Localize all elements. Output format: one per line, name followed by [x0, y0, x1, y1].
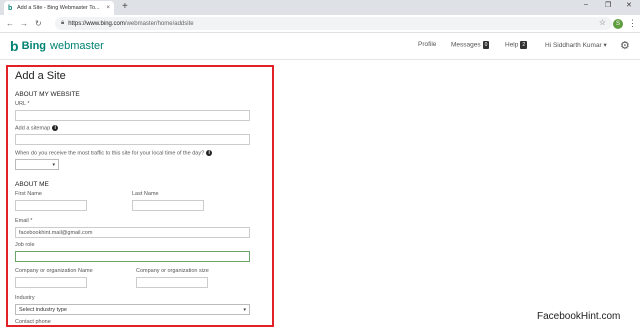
reload-icon[interactable]: ↻	[35, 18, 42, 29]
browser-toolbar: ← → ↻ 🔒︎ https://www.bing.com/webmaster/…	[0, 15, 640, 33]
company-name-input[interactable]	[15, 277, 87, 288]
company-name-label: Company or organization Name	[15, 268, 93, 274]
app-header: b Bing webmaster Profile Messages 0 Help 2…	[0, 33, 640, 60]
sitemap-input[interactable]	[15, 134, 250, 145]
watermark-text: FacebookHint.com	[537, 311, 621, 322]
help-link[interactable]: Help 2	[505, 41, 528, 49]
profile-link[interactable]: Profile	[418, 41, 436, 48]
address-bar[interactable]: 🔒︎ https://www.bing.com/webmaster/home/a…	[55, 17, 612, 30]
help-count-badge: 2	[520, 41, 528, 49]
contact-phone-label: Contact phone	[15, 319, 51, 325]
profile-avatar[interactable]: S	[613, 19, 623, 29]
bing-webmaster-logo[interactable]: b Bing webmaster	[10, 39, 104, 53]
back-icon[interactable]: ←	[6, 18, 14, 29]
user-menu[interactable]: Hi Siddharth Kumar ▾	[545, 41, 607, 49]
job-role-input[interactable]	[15, 251, 250, 262]
add-site-form-panel: Add a Site ABOUT MY WEBSITE URL * Add a …	[6, 65, 274, 327]
minimize-button[interactable]: –	[584, 1, 588, 8]
url-input[interactable]	[15, 110, 250, 121]
company-size-label: Company or organization size	[136, 268, 209, 274]
star-icon[interactable]: ☆	[599, 18, 606, 27]
company-size-input[interactable]	[136, 277, 208, 288]
first-name-label: First Name	[15, 191, 42, 197]
messages-link[interactable]: Messages 0	[451, 41, 490, 49]
tab-close-icon[interactable]: ×	[106, 5, 110, 11]
menu-icon[interactable]: ⋮	[628, 18, 637, 28]
chevron-down-icon: ▾	[243, 307, 246, 313]
browser-tab[interactable]: b Add a Site - Bing Webmaster To... ×	[4, 1, 114, 15]
traffic-label: When do you receive the most traffic to …	[15, 150, 213, 156]
sitemap-label: Add a sitemap i	[15, 125, 59, 131]
logo-bing-text: Bing	[21, 40, 47, 52]
gear-icon[interactable]: ⚙	[620, 39, 630, 52]
email-input[interactable]: facebookhint.mail@gmail.com	[15, 227, 250, 238]
browser-tab-bar: b Add a Site - Bing Webmaster To... × + …	[0, 0, 640, 15]
last-name-label: Last Name	[132, 191, 159, 197]
forward-icon[interactable]: →	[20, 18, 28, 29]
address-url: https://www.bing.com/webmaster/home/adds…	[68, 20, 194, 27]
url-label: URL *	[15, 101, 30, 107]
traffic-time-select[interactable]: ▾	[15, 159, 59, 170]
tab-title: Add a Site - Bing Webmaster To...	[17, 5, 100, 11]
chevron-down-icon: ▾	[52, 162, 55, 168]
sitemap-info-icon[interactable]: i	[52, 125, 59, 131]
page-title: Add a Site	[15, 70, 66, 82]
last-name-input[interactable]	[132, 200, 204, 211]
logo-product-text: webmaster	[50, 40, 104, 52]
job-role-label: Job role	[15, 242, 35, 248]
maximize-button[interactable]: ❐	[605, 1, 611, 9]
traffic-info-icon[interactable]: i	[206, 150, 213, 156]
close-window-button[interactable]: ✕	[626, 1, 632, 9]
lock-icon: 🔒︎	[61, 20, 65, 26]
industry-select[interactable]: Select industry type ▾	[15, 304, 250, 315]
section-about-website: ABOUT MY WEBSITE	[15, 91, 80, 98]
section-about-me: ABOUT ME	[15, 181, 49, 188]
messages-count-badge: 0	[482, 41, 490, 49]
industry-label: Industry	[15, 295, 35, 301]
new-tab-button[interactable]: +	[122, 1, 128, 13]
bing-favicon-icon: b	[8, 4, 13, 12]
bing-logo-icon: b	[10, 38, 19, 54]
email-label: Email *	[15, 218, 33, 224]
first-name-input[interactable]	[15, 200, 87, 211]
